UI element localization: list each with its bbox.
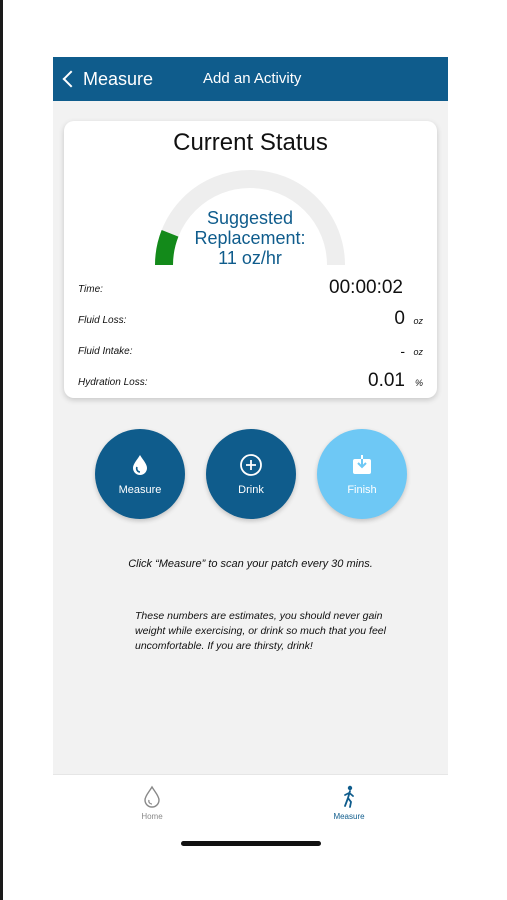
tab-measure[interactable]: Measure [314,783,384,827]
back-button[interactable]: Measure [61,67,153,91]
fluid-intake-value: - [400,343,405,359]
water-drop-icon [133,455,147,475]
fluid-loss-unit: oz [413,316,423,326]
nav-title: Add an Activity [203,70,302,87]
drink-button[interactable]: Drink [206,429,296,519]
measure-button[interactable]: Measure [95,429,185,519]
home-indicator[interactable] [181,841,321,846]
disclaimer-text: These numbers are estimates, you should … [135,610,386,652]
tab-home-label: Home [141,812,163,821]
water-drop-outline-icon [144,785,160,808]
fluid-intake-unit: oz [413,347,423,357]
time-value: 00:00:02 [329,277,403,298]
hydration-loss-unit: % [414,378,423,388]
suggestion-line-2: Replacement: [194,228,306,248]
tab-measure-label: Measure [333,812,365,821]
fluid-loss-row: Fluid Loss: 0 oz [78,306,423,330]
measure-hint: Click “Measure” to scan your patch every… [128,558,373,570]
drink-button-label: Drink [238,484,264,496]
tab-home[interactable]: Home [117,783,187,827]
navigation-bar: Measure Add an Activity [53,57,448,101]
back-button-label: Measure [83,68,154,89]
hydration-loss-row: Hydration Loss: 0.01 % [78,368,423,392]
suggested-replacement-text: Suggested Replacement: 11 oz/hr [150,208,350,268]
hydration-loss-label: Hydration Loss: [78,377,148,388]
hydration-loss-value: 0.01 [368,370,405,391]
walking-person-icon [344,785,354,808]
time-label: Time: [78,284,103,295]
app-screen: Measure Add an Activity Current Status S… [53,57,448,858]
tab-bar: Home Measure [53,774,448,858]
current-status-card: Current Status Suggested Replacement: 11… [64,121,437,398]
suggestion-value: 11 oz/hr [218,248,282,268]
fluid-intake-row: Fluid Intake: - oz [78,337,423,361]
fluid-loss-value: 0 [394,308,405,329]
finish-button[interactable]: Finish [317,429,407,519]
chevron-left-icon [62,70,80,88]
time-row: Time: 00:00:02 [78,275,423,299]
screen-edge-divider [0,0,3,900]
measure-button-label: Measure [118,484,162,496]
card-title: Current Status [173,129,328,156]
fluid-loss-label: Fluid Loss: [78,315,127,326]
suggestion-line-1: Suggested [206,208,294,228]
plus-circle-icon [240,454,262,476]
download-tray-icon [353,455,371,474]
fluid-intake-label: Fluid Intake: [78,346,133,357]
finish-button-label: Finish [347,484,377,496]
